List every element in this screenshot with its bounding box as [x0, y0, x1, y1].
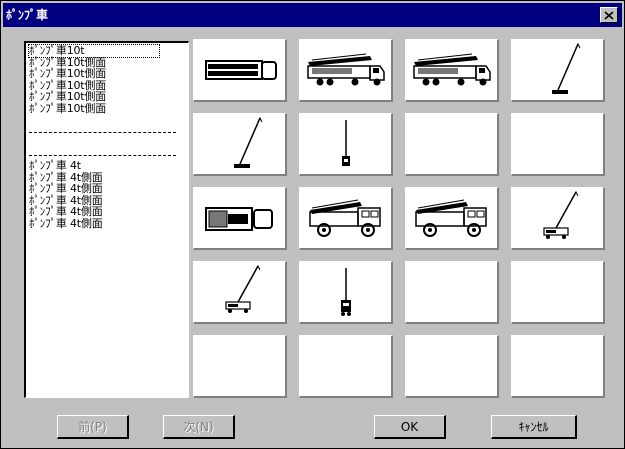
list-separator — [29, 149, 188, 161]
symbol-cell[interactable] — [511, 261, 605, 324]
cancel-button[interactable]: ｷｬﾝｾﾙ — [491, 415, 577, 439]
truck-boom-vertical-icon — [341, 268, 351, 316]
list-item[interactable]: ﾎﾟﾝﾌﾟ車 4t側面 — [29, 217, 188, 230]
next-button[interactable]: 次(N) — [163, 415, 235, 439]
window-title: ﾎﾟﾝﾌﾟ車 — [6, 8, 49, 22]
symbol-cell[interactable] — [405, 39, 499, 102]
list-items: ﾎﾟﾝﾌﾟ車10t ﾎﾟﾝﾌﾟ車10t側面 ﾎﾟﾝﾌﾟ車10t側面 ﾎﾟﾝﾌﾟ車10t… — [26, 43, 188, 229]
boom-vertical-icon — [342, 120, 350, 166]
symbol-cell[interactable] — [193, 113, 287, 176]
truck-boom-raised-icon — [543, 191, 579, 239]
pump-truck-side-icon — [413, 53, 491, 86]
close-button[interactable] — [600, 7, 618, 23]
title-bar[interactable]: ﾎﾟﾝﾌﾟ車 — [3, 3, 622, 27]
list-item[interactable]: ﾎﾟﾝﾌﾟ車 4t側面 — [29, 206, 188, 218]
symbol-cell[interactable] — [193, 187, 287, 250]
symbol-listbox[interactable]: ﾎﾟﾝﾌﾟ車10t ﾎﾟﾝﾌﾟ車10t側面 ﾎﾟﾝﾌﾟ車10t側面 ﾎﾟﾝﾌﾟ車10t… — [24, 41, 189, 398]
boom-raised-icon — [552, 42, 581, 94]
pump-truck-side-icon — [307, 53, 385, 86]
pump-truck-dialog: ﾎﾟﾝﾌﾟ車 ﾎﾟﾝﾌﾟ車10t ﾎﾟﾝﾌﾟ車10t側面 ﾎﾟﾝﾌﾟ車10t側面 ﾎﾟ… — [0, 0, 625, 449]
ok-button[interactable]: OK — [374, 415, 446, 439]
symbol-cell[interactable] — [405, 335, 499, 398]
symbol-cell[interactable] — [299, 335, 393, 398]
symbol-cell[interactable] — [511, 335, 605, 398]
list-separator — [29, 126, 188, 138]
symbol-cell[interactable] — [193, 335, 287, 398]
symbol-cell[interactable] — [299, 113, 393, 176]
truck-boom-raised-icon — [225, 265, 261, 313]
symbol-cell[interactable] — [405, 187, 499, 250]
symbol-cell[interactable] — [511, 39, 605, 102]
symbol-cell[interactable] — [193, 261, 287, 324]
pump-truck-4t-side-icon — [415, 199, 487, 237]
list-item[interactable]: ﾎﾟﾝﾌﾟ車10t側面 — [29, 91, 188, 103]
list-blank — [29, 114, 188, 126]
pump-truck-4t-top-icon — [205, 207, 273, 231]
symbol-cell[interactable] — [511, 187, 605, 250]
list-item[interactable]: ﾎﾟﾝﾌﾟ車 4t側面 — [29, 183, 188, 195]
pump-truck-top-icon — [205, 60, 277, 80]
symbol-cell[interactable] — [405, 113, 499, 176]
list-item[interactable]: ﾎﾟﾝﾌﾟ車10t — [28, 44, 160, 58]
symbol-cell[interactable] — [405, 261, 499, 324]
list-blank — [29, 137, 188, 149]
symbol-cell[interactable] — [511, 113, 605, 176]
symbol-cell[interactable] — [299, 39, 393, 102]
boom-raised-icon — [234, 116, 263, 168]
symbol-cell[interactable] — [193, 39, 287, 102]
list-item[interactable]: ﾎﾟﾝﾌﾟ車 4t — [29, 160, 188, 172]
pump-truck-4t-side-icon — [309, 199, 381, 237]
symbol-cell[interactable] — [299, 261, 393, 324]
list-item[interactable]: ﾎﾟﾝﾌﾟ車10t側面 — [29, 102, 188, 115]
symbol-cell[interactable] — [299, 187, 393, 250]
close-icon — [604, 10, 614, 20]
prev-button[interactable]: 前(P) — [57, 415, 129, 439]
list-item[interactable]: ﾎﾟﾝﾌﾟ車10t側面 — [29, 68, 188, 80]
